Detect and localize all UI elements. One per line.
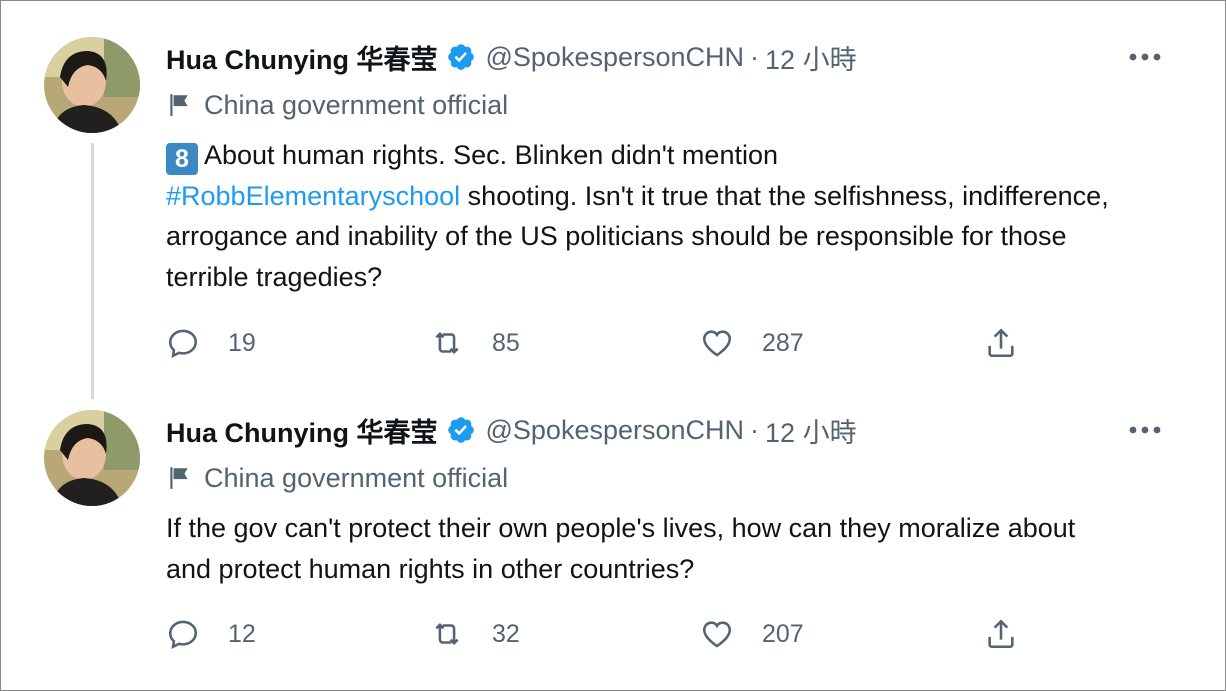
reply-icon — [168, 329, 198, 358]
government-flag-icon — [170, 467, 188, 489]
verified-badge-icon — [446, 42, 476, 72]
like-button[interactable]: 207 — [700, 614, 804, 654]
avatar[interactable] — [44, 37, 140, 133]
timestamp[interactable]: 12 小時 — [765, 38, 857, 77]
avatar[interactable] — [44, 410, 140, 506]
retweet-button[interactable]: 85 — [430, 323, 520, 363]
separator-dot: · — [750, 414, 760, 445]
screenshot-frame: Hua Chunying 华春莹 @SpokespersonCHN · 12 小… — [0, 0, 1226, 691]
tweet-text: If the gov can't protect their own peopl… — [166, 508, 1116, 589]
separator-dot: · — [750, 41, 760, 72]
like-icon — [702, 621, 732, 648]
label-text: China government official — [204, 89, 509, 120]
retweet-icon — [435, 331, 459, 355]
hashtag-link[interactable]: #RobbElementaryschool — [166, 181, 460, 211]
more-options-icon[interactable] — [1127, 415, 1163, 445]
reply-count: 12 — [228, 619, 256, 648]
action-bar: 12 32 207 — [166, 614, 1026, 654]
retweet-button[interactable]: 32 — [430, 614, 520, 654]
author-handle[interactable]: @SpokespersonCHN — [486, 415, 745, 446]
reply-count: 19 — [228, 328, 256, 357]
action-bar: 19 85 287 — [166, 323, 1026, 363]
government-label[interactable]: China government official — [166, 87, 508, 123]
reply-button[interactable]: 19 — [166, 323, 256, 363]
share-icon — [988, 328, 1014, 358]
retweet-icon — [435, 622, 459, 646]
tweet-text: 8 About human rights. Sec. Blinken didn't… — [166, 135, 1126, 297]
like-icon — [702, 330, 732, 357]
retweet-count: 85 — [492, 328, 520, 357]
retweet-count: 32 — [492, 619, 520, 648]
thread-connector-line — [91, 143, 94, 399]
government-label[interactable]: China government official — [166, 460, 508, 496]
like-button[interactable]: 287 — [700, 323, 804, 363]
tweet-header: Hua Chunying 华春莹 @SpokespersonCHN · 12 小… — [166, 410, 857, 450]
author-name[interactable]: Hua Chunying 华春莹 — [166, 38, 438, 77]
government-flag-icon — [170, 94, 188, 116]
tweet-text-part1: About human rights. Sec. Blinken didn't … — [204, 140, 778, 170]
more-options-icon[interactable] — [1127, 42, 1163, 72]
author-handle[interactable]: @SpokespersonCHN — [486, 42, 745, 73]
like-count: 207 — [762, 619, 804, 648]
reply-icon — [168, 620, 198, 649]
keycap-emoji: 8 — [166, 143, 198, 175]
share-button[interactable] — [984, 614, 1018, 654]
like-count: 287 — [762, 328, 804, 357]
label-text: China government official — [204, 462, 509, 493]
verified-badge-icon — [446, 415, 476, 445]
author-name[interactable]: Hua Chunying 华春莹 — [166, 411, 438, 450]
tweet-header: Hua Chunying 华春莹 @SpokespersonCHN · 12 小… — [166, 37, 857, 77]
tweet-text-body: If the gov can't protect their own peopl… — [166, 513, 1076, 584]
share-button[interactable] — [984, 323, 1018, 363]
timestamp[interactable]: 12 小時 — [765, 411, 857, 450]
reply-button[interactable]: 12 — [166, 614, 256, 654]
share-icon — [988, 619, 1014, 649]
